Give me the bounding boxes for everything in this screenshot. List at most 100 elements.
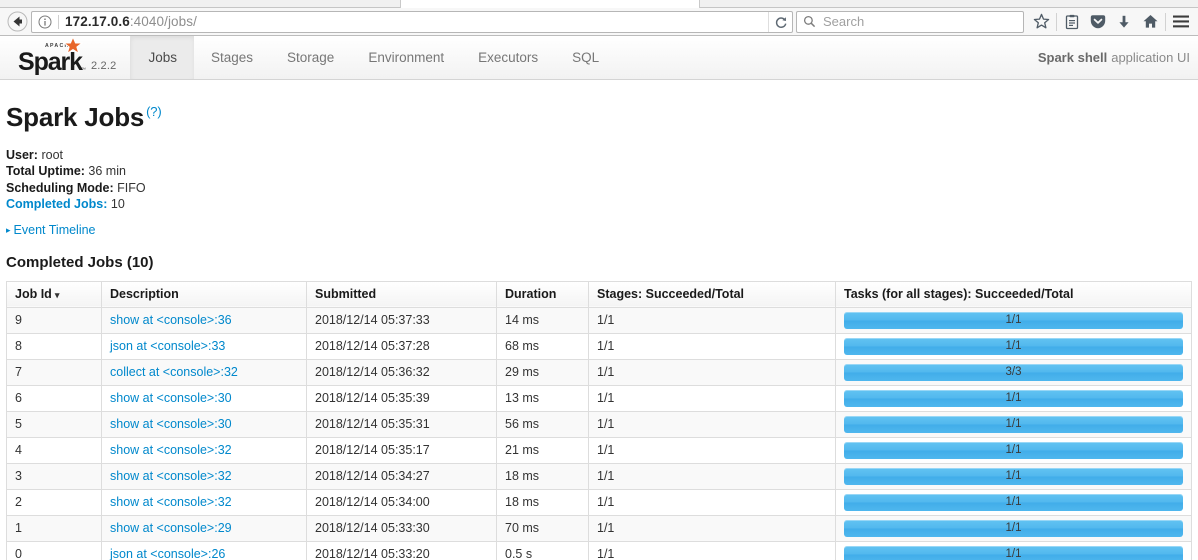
task-progress-bar: 1/1 (844, 311, 1183, 329)
job-description-link[interactable]: show at <console>:30 (110, 391, 232, 405)
event-timeline-toggle[interactable]: ▸ Event Timeline (6, 223, 96, 237)
table-row: 8 json at <console>:33 2018/12/14 05:37:28… (6, 332, 1192, 360)
job-description-link[interactable]: show at <console>:32 (110, 443, 232, 457)
task-progress-bar: 1/1 (844, 389, 1183, 407)
tab-environment[interactable]: Environment (351, 36, 461, 79)
help-link[interactable]: (?) (146, 104, 162, 119)
table-row: 9 show at <console>:36 2018/12/14 05:37:33… (6, 306, 1192, 334)
col-header-job-id[interactable]: Job Id ▾ (6, 281, 102, 308)
library-icon[interactable] (1059, 10, 1085, 34)
home-icon[interactable] (1137, 10, 1163, 34)
table-row: 7 collect at <console>:32 2018/12/14 05:36… (6, 358, 1192, 386)
task-progress-bar: 3/3 (844, 363, 1183, 381)
task-progress-label: 1/1 (1005, 521, 1022, 534)
cell-submitted: 2018/12/14 05:35:31 (306, 410, 497, 438)
cell-tasks: 1/1 (835, 540, 1192, 560)
cell-job-id: 0 (6, 540, 102, 560)
task-progress-bar: 1/1 (844, 493, 1183, 511)
job-description-link[interactable]: show at <console>:32 (110, 469, 232, 483)
application-suffix: application UI (1111, 50, 1190, 65)
task-progress-label: 1/1 (1005, 495, 1022, 508)
cell-duration: 0.5 s (496, 540, 589, 560)
cell-description: json at <console>:26 (101, 540, 307, 560)
col-header-duration[interactable]: Duration (496, 281, 589, 308)
cell-job-id: 6 (6, 384, 102, 412)
cell-submitted: 2018/12/14 05:35:17 (306, 436, 497, 464)
application-title: Spark shell application UI (1038, 36, 1198, 79)
cell-submitted: 2018/12/14 05:37:33 (306, 306, 497, 334)
summary-completed-label[interactable]: Completed Jobs: (6, 197, 107, 211)
col-header-stages[interactable]: Stages: Succeeded/Total (588, 281, 836, 308)
spark-logo[interactable]: APACHE Spark ™ 2.2.2 (0, 36, 132, 79)
cell-job-id: 1 (6, 514, 102, 542)
cell-duration: 18 ms (496, 488, 589, 516)
job-summary-list: User: root Total Uptime: 36 min Scheduli… (6, 147, 1192, 213)
tab-executors[interactable]: Executors (461, 36, 555, 79)
tab-sql[interactable]: SQL (555, 36, 616, 79)
job-description-link[interactable]: collect at <console>:32 (110, 365, 238, 379)
cell-stages: 1/1 (588, 540, 836, 560)
toolbar-divider (1056, 12, 1057, 31)
back-arrow-icon[interactable] (4, 10, 30, 34)
cell-duration: 29 ms (496, 358, 589, 386)
page-title-text: Spark Jobs (6, 102, 145, 132)
table-row: 5 show at <console>:30 2018/12/14 05:35:31… (6, 410, 1192, 438)
table-body: 9 show at <console>:36 2018/12/14 05:37:33… (6, 306, 1192, 560)
magnifier-icon (797, 15, 821, 28)
job-description-link[interactable]: show at <console>:32 (110, 495, 232, 509)
tab-jobs[interactable]: Jobs (131, 36, 194, 79)
cell-job-id: 8 (6, 332, 102, 360)
pocket-icon[interactable] (1085, 10, 1111, 34)
summary-user-label: User: (6, 148, 38, 162)
event-timeline-label: Event Timeline (13, 222, 96, 237)
task-progress-label: 1/1 (1005, 443, 1022, 456)
job-description-link[interactable]: show at <console>:30 (110, 417, 232, 431)
downloads-icon[interactable] (1111, 10, 1137, 34)
browser-search-bar[interactable] (796, 10, 1024, 33)
cell-job-id: 7 (6, 358, 102, 386)
task-progress-bar: 1/1 (844, 519, 1183, 537)
info-circle-icon[interactable] (32, 12, 58, 32)
url-separator (58, 14, 59, 29)
col-header-tasks[interactable]: Tasks (for all stages): Succeeded/Total (835, 281, 1192, 308)
cell-tasks: 1/1 (835, 384, 1192, 412)
summary-completed-value: 10 (110, 197, 125, 212)
cell-description: show at <console>:29 (101, 514, 307, 542)
summary-scheduling-label: Scheduling Mode: (6, 180, 114, 195)
cell-stages: 1/1 (588, 462, 836, 490)
summary-completed-jobs[interactable]: Completed Jobs: 10 (6, 196, 1192, 212)
col-header-description[interactable]: Description (101, 281, 307, 308)
cell-job-id: 4 (6, 436, 102, 464)
col-header-submitted[interactable]: Submitted (306, 281, 497, 308)
cell-description: show at <console>:32 (101, 462, 307, 490)
tab-stages[interactable]: Stages (194, 36, 270, 79)
cell-stages: 1/1 (588, 488, 836, 516)
cell-stages: 1/1 (588, 514, 836, 542)
browser-tab[interactable] (400, 0, 700, 8)
cell-submitted: 2018/12/14 05:35:39 (306, 384, 497, 412)
table-row: 3 show at <console>:32 2018/12/14 05:34:27… (6, 462, 1192, 490)
cell-stages: 1/1 (588, 384, 836, 412)
star-icon[interactable] (1028, 10, 1054, 34)
summary-uptime-value: 36 min (88, 164, 126, 179)
cell-submitted: 2018/12/14 05:33:20 (306, 540, 497, 560)
table-row: 2 show at <console>:32 2018/12/14 05:34:00… (6, 488, 1192, 516)
job-description-link[interactable]: json at <console>:33 (110, 339, 225, 353)
reload-icon[interactable] (768, 11, 792, 32)
tab-storage[interactable]: Storage (270, 36, 351, 79)
cell-submitted: 2018/12/14 05:33:30 (306, 514, 497, 542)
cell-duration: 68 ms (496, 332, 589, 360)
job-description-link[interactable]: show at <console>:36 (110, 313, 232, 327)
cell-duration: 14 ms (496, 306, 589, 334)
search-input[interactable] (821, 13, 1001, 30)
job-description-link[interactable]: show at <console>:29 (110, 521, 232, 535)
spark-nav-tabs: Jobs Stages Storage Environment Executor… (131, 36, 616, 79)
task-progress-label: 1/1 (1005, 417, 1022, 430)
menu-icon[interactable] (1168, 10, 1194, 34)
summary-scheduling-value: FIFO (117, 180, 146, 195)
url-bar[interactable]: 172.17.0.6:4040/jobs/ (31, 10, 793, 33)
url-path: :4040/jobs/ (129, 14, 197, 29)
job-description-link[interactable]: json at <console>:26 (110, 547, 225, 560)
cell-stages: 1/1 (588, 410, 836, 438)
task-progress-label: 1/1 (1005, 469, 1022, 482)
